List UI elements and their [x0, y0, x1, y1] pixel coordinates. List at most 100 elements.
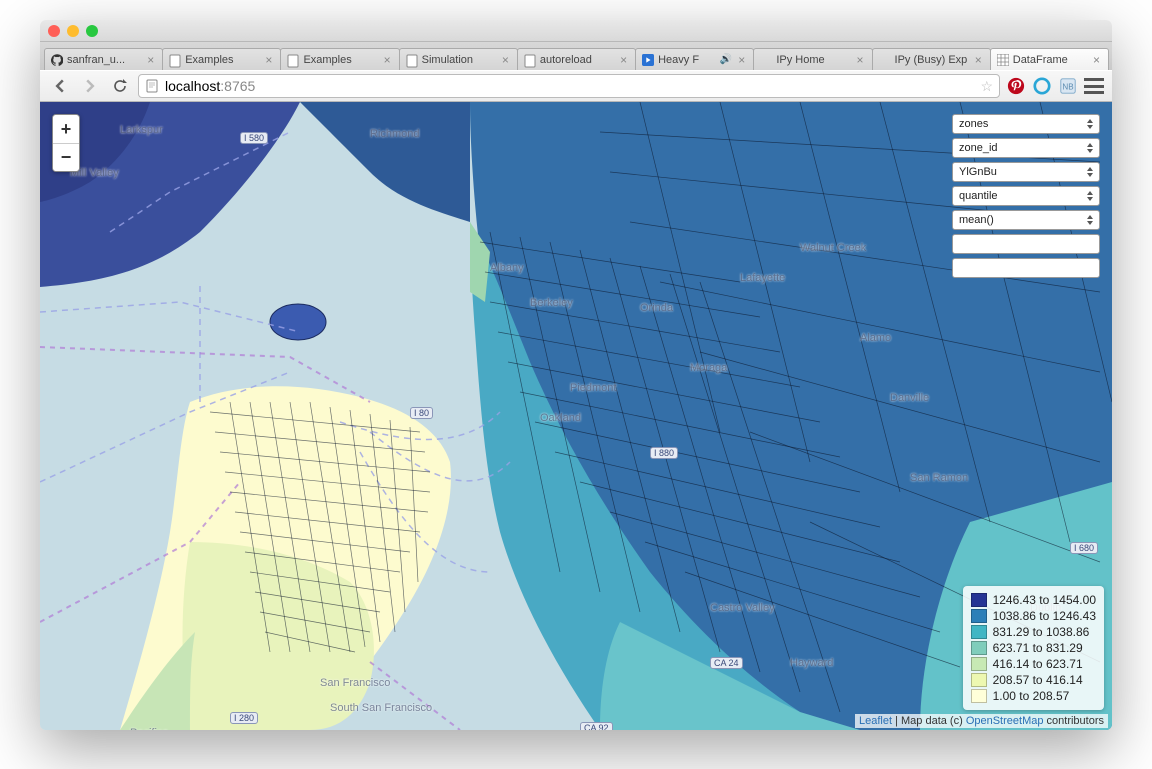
- map-attribution: Leaflet | Map data (c) OpenStreetMap con…: [855, 714, 1108, 728]
- legend-swatch: [971, 609, 987, 623]
- updown-icon: [1084, 117, 1096, 131]
- legend-row: 1246.43 to 1454.00: [971, 592, 1096, 608]
- legend-row: 1.00 to 208.57: [971, 688, 1096, 704]
- browser-tab[interactable]: sanfran_u... ×: [44, 48, 163, 70]
- window-traffic-lights: [48, 25, 98, 37]
- layer-select[interactable]: zones: [952, 114, 1100, 134]
- leaflet-link[interactable]: Leaflet: [859, 715, 892, 727]
- legend-row: 416.14 to 623.71: [971, 656, 1096, 672]
- zoom-control: + −: [52, 114, 80, 172]
- tab-close-icon[interactable]: ×: [382, 53, 393, 67]
- zoom-out-button[interactable]: −: [53, 143, 79, 171]
- tab-close-icon[interactable]: ×: [855, 53, 866, 67]
- legend-label: 1.00 to 208.57: [993, 689, 1070, 703]
- tab-label: Simulation: [422, 54, 496, 66]
- none-favicon-icon: [760, 54, 772, 66]
- legend-label: 623.71 to 831.29: [993, 641, 1083, 655]
- legend-row: 623.71 to 831.29: [971, 640, 1096, 656]
- pinterest-extension-icon[interactable]: [1006, 76, 1026, 96]
- browser-tab[interactable]: Examples ×: [280, 48, 399, 70]
- window-zoom-icon[interactable]: [86, 25, 98, 37]
- extension-icon-3[interactable]: NB: [1058, 76, 1078, 96]
- tab-label: sanfran_u...: [67, 54, 141, 66]
- legend-swatch: [971, 689, 987, 703]
- doc-favicon-icon: [406, 54, 418, 66]
- browser-tab[interactable]: autoreload ×: [517, 48, 636, 70]
- github-favicon-icon: [51, 54, 63, 66]
- tab-close-icon[interactable]: ×: [1091, 53, 1102, 67]
- address-bar[interactable]: localhost:8765 ☆: [138, 74, 1000, 98]
- browser-tab[interactable]: Examples ×: [162, 48, 281, 70]
- legend-swatch: [971, 625, 987, 639]
- browser-tab[interactable]: IPy Home ×: [753, 48, 872, 70]
- tab-label: Heavy F: [658, 54, 716, 66]
- zoom-in-button[interactable]: +: [53, 115, 79, 143]
- grid-favicon-icon: [997, 54, 1009, 66]
- map-viewport[interactable]: RichmondAlbanyBerkeleyPiedmontOaklandOri…: [40, 102, 1112, 730]
- page-icon: [145, 79, 159, 93]
- legend-swatch: [971, 657, 987, 671]
- doc-favicon-icon: [287, 54, 299, 66]
- legend-label: 416.14 to 623.71: [993, 657, 1083, 671]
- filter-input-2[interactable]: [952, 258, 1100, 278]
- window-close-icon[interactable]: [48, 25, 60, 37]
- legend-label: 208.57 to 416.14: [993, 673, 1083, 687]
- tab-close-icon[interactable]: ×: [263, 53, 274, 67]
- tab-close-icon[interactable]: ×: [973, 53, 984, 67]
- updown-icon: [1084, 165, 1096, 179]
- browser-tab[interactable]: Heavy F 🔊 ×: [635, 48, 754, 70]
- browser-window: sanfran_u...×Examples×Examples×Simulatio…: [40, 20, 1112, 730]
- browser-tabs: sanfran_u...×Examples×Examples×Simulatio…: [40, 42, 1112, 70]
- colormap-select[interactable]: YlGnBu: [952, 162, 1100, 182]
- browser-tab[interactable]: Simulation ×: [399, 48, 518, 70]
- bookmark-star-icon[interactable]: ☆: [980, 78, 993, 95]
- scheme-select[interactable]: quantile: [952, 186, 1100, 206]
- extension-icon-2[interactable]: [1032, 76, 1052, 96]
- tab-label: DataFrame: [1013, 54, 1087, 66]
- nav-back-button[interactable]: [48, 75, 72, 97]
- tab-close-icon[interactable]: ×: [618, 53, 629, 67]
- browser-tab[interactable]: IPy (Busy) Exp ×: [872, 48, 991, 70]
- scheme-select-value: quantile: [959, 190, 998, 202]
- svg-text:NB: NB: [1062, 83, 1073, 92]
- window-minimize-icon[interactable]: [67, 25, 79, 37]
- osm-link[interactable]: OpenStreetMap: [966, 715, 1044, 727]
- legend-swatch: [971, 641, 987, 655]
- legend-row: 208.57 to 416.14: [971, 672, 1096, 688]
- idfield-select-value: zone_id: [959, 142, 998, 154]
- tab-close-icon[interactable]: ×: [500, 53, 511, 67]
- tab-label: autoreload: [540, 54, 614, 66]
- legend-row: 831.29 to 1038.86: [971, 624, 1096, 640]
- layer-select-value: zones: [959, 118, 988, 130]
- map-legend: 1246.43 to 1454.00 1038.86 to 1246.43 831.…: [963, 586, 1104, 710]
- tab-close-icon[interactable]: ×: [145, 53, 156, 67]
- legend-label: 831.29 to 1038.86: [993, 625, 1090, 639]
- updown-icon: [1084, 141, 1096, 155]
- browser-tab[interactable]: DataFrame ×: [990, 48, 1109, 70]
- filter-input-1[interactable]: [952, 234, 1100, 254]
- tab-audio-icon[interactable]: 🔊: [720, 54, 732, 65]
- legend-swatch: [971, 593, 987, 607]
- tab-label: IPy Home: [776, 54, 850, 66]
- browser-toolbar: localhost:8765 ☆ NB: [40, 70, 1112, 102]
- tab-label: Examples: [303, 54, 377, 66]
- colormap-select-value: YlGnBu: [959, 166, 997, 178]
- map-controls-panel: zones zone_id YlGnBu quantile mean(): [952, 114, 1100, 278]
- tab-label: Examples: [185, 54, 259, 66]
- legend-label: 1246.43 to 1454.00: [993, 593, 1096, 607]
- browser-menu-button[interactable]: [1084, 78, 1104, 94]
- updown-icon: [1084, 213, 1096, 227]
- agg-select[interactable]: mean(): [952, 210, 1100, 230]
- nav-forward-button[interactable]: [78, 75, 102, 97]
- tab-label: IPy (Busy) Exp: [895, 54, 969, 66]
- doc-favicon-icon: [524, 54, 536, 66]
- agg-select-value: mean(): [959, 214, 994, 226]
- none-favicon-icon: [879, 54, 891, 66]
- legend-label: 1038.86 to 1246.43: [993, 609, 1096, 623]
- tab-close-icon[interactable]: ×: [736, 53, 747, 67]
- updown-icon: [1084, 189, 1096, 203]
- legend-row: 1038.86 to 1246.43: [971, 608, 1096, 624]
- idfield-select[interactable]: zone_id: [952, 138, 1100, 158]
- nav-reload-button[interactable]: [108, 75, 132, 97]
- legend-swatch: [971, 673, 987, 687]
